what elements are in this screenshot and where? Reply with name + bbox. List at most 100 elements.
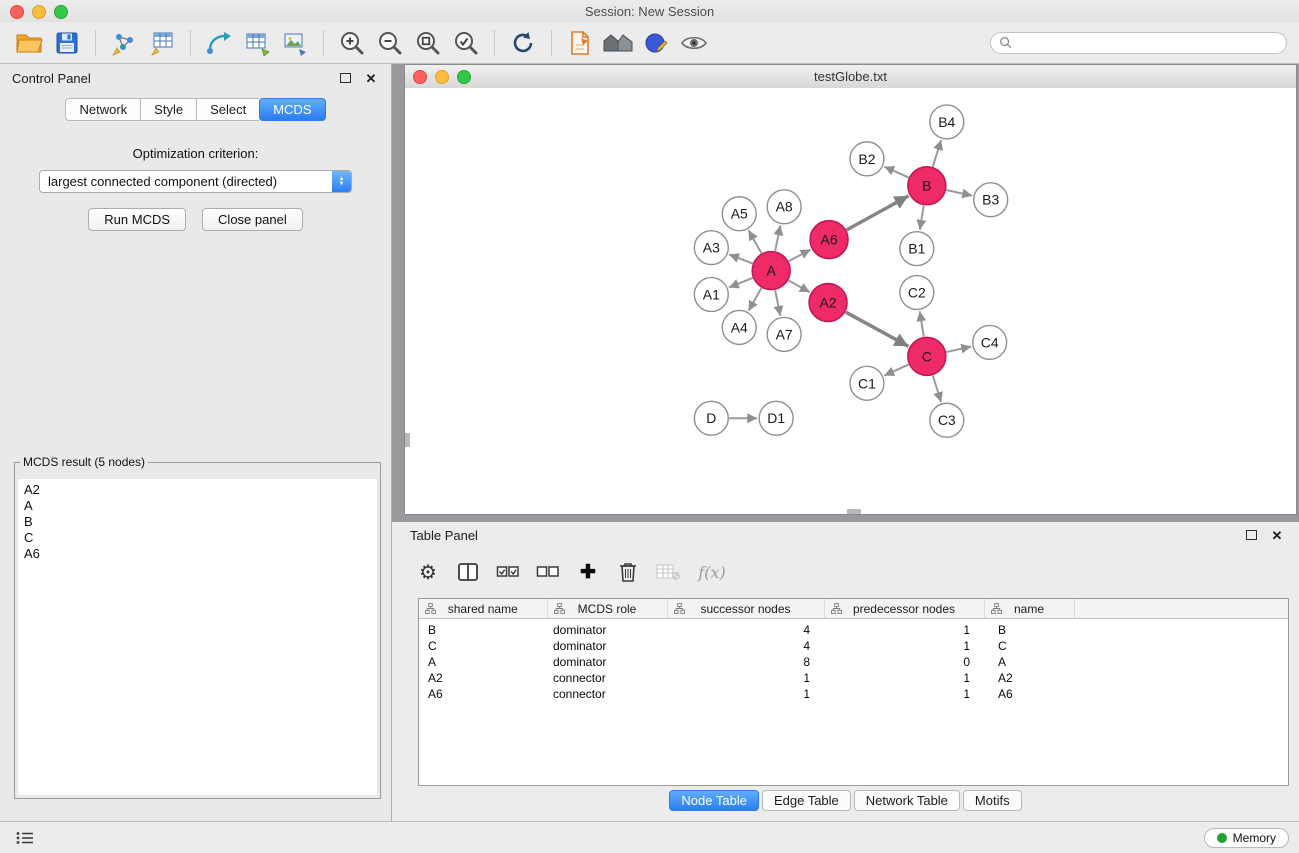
show-hide-button[interactable] [675, 26, 713, 60]
graph-edge-C-C1[interactable] [884, 365, 908, 376]
tab-mcds[interactable]: MCDS [259, 98, 325, 121]
graph-edge-B-B4[interactable] [933, 140, 941, 167]
window-close-button[interactable] [10, 5, 24, 19]
graph-node-C2[interactable]: C2 [900, 276, 934, 310]
table-row[interactable]: A6connector11A6 [419, 686, 1288, 702]
mcds-result-list[interactable]: A2ABCA6 [18, 479, 377, 795]
tab-network[interactable]: Network [65, 98, 140, 121]
graph-node-C1[interactable]: C1 [850, 366, 884, 400]
graph-edge-C-C3[interactable] [933, 375, 941, 402]
mcds-result-item[interactable]: A2 [24, 482, 371, 498]
graph-edge-B-B3[interactable] [946, 190, 972, 196]
graph-edge-A-A3[interactable] [729, 254, 753, 263]
annotation-button[interactable] [637, 26, 675, 60]
graph-node-C[interactable]: C [908, 337, 946, 375]
task-history-button[interactable] [10, 826, 40, 850]
deselect-all-button[interactable] [532, 556, 564, 588]
graph-node-A8[interactable]: A8 [767, 190, 801, 224]
table-row[interactable]: Adominator80A [419, 654, 1288, 670]
mcds-result-item[interactable]: C [24, 530, 371, 546]
column-header-name[interactable]: name [984, 599, 1074, 619]
add-column-button[interactable]: ✚ [572, 556, 604, 588]
graph-edge-A-A5[interactable] [749, 230, 762, 253]
window-zoom-button[interactable] [54, 5, 68, 19]
column-header-predecessor-nodes[interactable]: predecessor nodes [824, 599, 984, 619]
graph-edge-A-A7[interactable] [775, 290, 780, 316]
network-window-zoom-button[interactable] [457, 70, 471, 84]
column-header-MCDS-role[interactable]: MCDS role [547, 599, 667, 619]
graph-edge-B-B1[interactable] [920, 205, 924, 229]
import-table-disabled-button[interactable] [652, 556, 684, 588]
graph-node-C4[interactable]: C4 [973, 325, 1007, 359]
graph-edge-B-B2[interactable] [884, 167, 908, 178]
graph-node-A5[interactable]: A5 [722, 197, 756, 231]
graph-node-A7[interactable]: A7 [767, 317, 801, 351]
close-panel-button[interactable]: ✕ [363, 70, 379, 86]
graph-node-B2[interactable]: B2 [850, 142, 884, 176]
window-minimize-button[interactable] [32, 5, 46, 19]
table-row[interactable]: Bdominator41B [419, 619, 1288, 639]
import-network-button[interactable] [105, 26, 143, 60]
graph-node-A4[interactable]: A4 [722, 310, 756, 344]
network-window-minimize-button[interactable] [435, 70, 449, 84]
tab-network-table[interactable]: Network Table [854, 790, 960, 811]
memory-button[interactable]: Memory [1204, 828, 1289, 848]
function-builder-button[interactable]: f(x) [692, 556, 732, 588]
graph-node-C3[interactable]: C3 [930, 403, 964, 437]
table-row[interactable]: A2connector11A2 [419, 670, 1288, 686]
zoom-fit-button[interactable] [409, 26, 447, 60]
graph-edge-A-A1[interactable] [729, 278, 753, 287]
graph-node-B4[interactable]: B4 [930, 105, 964, 139]
import-table-button[interactable] [143, 26, 181, 60]
graph-node-A[interactable]: A [752, 252, 790, 290]
delete-column-button[interactable] [612, 556, 644, 588]
tab-edge-table[interactable]: Edge Table [762, 790, 851, 811]
save-session-button[interactable] [48, 26, 86, 60]
graph-node-B1[interactable]: B1 [900, 232, 934, 266]
table-row[interactable]: Cdominator41C [419, 638, 1288, 654]
graph-node-D[interactable]: D [694, 401, 728, 435]
zoom-selected-button[interactable] [447, 26, 485, 60]
graph-node-A2[interactable]: A2 [809, 284, 847, 322]
export-table-button[interactable] [238, 26, 276, 60]
graph-edge-A2-C[interactable] [846, 312, 909, 346]
column-header-shared-name[interactable]: shared name [419, 599, 547, 619]
tab-node-table[interactable]: Node Table [669, 790, 759, 811]
graph-edge-C-C4[interactable] [946, 347, 971, 353]
graph-node-A6[interactable]: A6 [810, 221, 848, 259]
graph-edge-A-A8[interactable] [775, 225, 780, 251]
graph-edge-A6-B[interactable] [847, 196, 909, 230]
graph-node-A3[interactable]: A3 [694, 231, 728, 265]
mcds-result-item[interactable]: A [24, 498, 371, 514]
graph-edge-A-A2[interactable] [789, 280, 810, 292]
close-panel-button-mcds[interactable]: Close panel [202, 208, 303, 231]
refresh-view-button[interactable] [504, 26, 542, 60]
float-table-panel-button[interactable] [1243, 527, 1259, 543]
tab-motifs[interactable]: Motifs [963, 790, 1022, 811]
mcds-result-item[interactable]: A6 [24, 546, 371, 562]
close-table-panel-button[interactable]: ✕ [1269, 527, 1285, 543]
graph-edge-A-A6[interactable] [789, 250, 811, 262]
float-panel-button[interactable] [337, 70, 353, 86]
vertical-scroll-indicator[interactable] [405, 433, 410, 447]
run-mcds-button[interactable]: Run MCDS [88, 208, 186, 231]
network-window-close-button[interactable] [413, 70, 427, 84]
graph-node-A1[interactable]: A1 [694, 278, 728, 312]
graph-edge-A-A4[interactable] [749, 288, 762, 311]
table-settings-button[interactable]: ⚙ [412, 556, 444, 588]
open-document-button[interactable] [561, 26, 599, 60]
graph-node-B3[interactable]: B3 [974, 183, 1008, 217]
tab-style[interactable]: Style [140, 98, 196, 121]
search-input[interactable] [1017, 35, 1278, 51]
graph-edge-C-C2[interactable] [920, 311, 924, 336]
select-all-button[interactable] [492, 556, 524, 588]
network-canvas[interactable]: B4B2BB3A8A5A6A3B1AC2A1A2A4A7C4CC1DD1C3 [405, 88, 1296, 514]
tab-select[interactable]: Select [196, 98, 259, 121]
horizontal-scroll-indicator[interactable] [847, 509, 861, 514]
column-header-successor-nodes[interactable]: successor nodes [667, 599, 824, 619]
graph-node-B[interactable]: B [908, 167, 946, 205]
zoom-out-button[interactable] [371, 26, 409, 60]
optimization-criterion-select[interactable]: largest connected component (directed) ▲… [39, 170, 352, 193]
export-network-button[interactable] [200, 26, 238, 60]
show-columns-button[interactable] [452, 556, 484, 588]
